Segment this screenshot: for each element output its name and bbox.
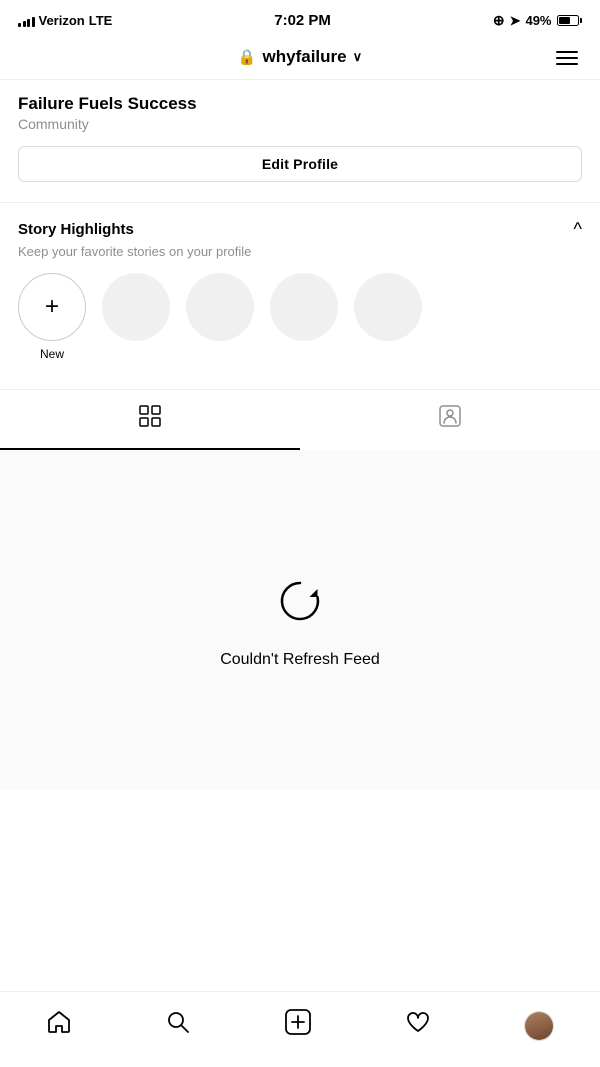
bottom-nav	[0, 991, 600, 1067]
battery-percent: 49%	[525, 13, 551, 28]
status-right: ⊕ ➤ 49%	[493, 12, 582, 29]
highlights-section: Story Highlights ^ Keep your favorite st…	[0, 202, 600, 379]
highlight-new-item[interactable]: + New	[18, 273, 86, 361]
menu-button[interactable]	[552, 47, 582, 69]
nav-add-button[interactable]	[280, 1004, 316, 1047]
plus-icon: +	[45, 295, 59, 319]
highlight-circle[interactable]	[186, 273, 254, 341]
username-label: whyfailure	[263, 47, 347, 67]
refresh-icon-container	[270, 571, 330, 631]
highlight-circle[interactable]	[102, 273, 170, 341]
feed-error-text: Couldn't Refresh Feed	[220, 651, 380, 669]
tabs-bar	[0, 389, 600, 450]
highlights-toggle-button[interactable]: ^	[574, 219, 582, 240]
home-icon	[46, 1009, 72, 1042]
tab-grid[interactable]	[0, 390, 300, 450]
tab-tagged[interactable]	[300, 390, 600, 450]
edit-profile-button[interactable]: Edit Profile	[18, 146, 582, 182]
signal-icon	[18, 15, 35, 27]
profile-type: Community	[18, 116, 582, 132]
hamburger-icon	[556, 51, 578, 53]
highlight-item[interactable]	[186, 273, 254, 361]
nav-profile-button[interactable]	[520, 1007, 558, 1045]
status-bar: Verizon LTE 7:02 PM ⊕ ➤ 49%	[0, 0, 600, 37]
nav-home-button[interactable]	[42, 1005, 76, 1046]
status-time: 7:02 PM	[274, 12, 331, 29]
new-highlight-circle[interactable]: +	[18, 273, 86, 341]
highlight-circle[interactable]	[354, 273, 422, 341]
new-highlight-label: New	[40, 347, 64, 361]
location-icon: ⊕	[493, 12, 505, 29]
tagged-icon	[438, 404, 462, 434]
highlight-item[interactable]	[354, 273, 422, 361]
highlights-scroll: + New	[18, 273, 582, 369]
add-icon	[284, 1008, 312, 1043]
status-carrier: Verizon LTE	[18, 13, 112, 28]
navigation-icon: ➤	[510, 13, 521, 29]
highlight-circle[interactable]	[270, 273, 338, 341]
grid-icon	[138, 404, 162, 434]
highlight-item[interactable]	[102, 273, 170, 361]
header-title[interactable]: 🔒 whyfailure ∨	[238, 47, 362, 67]
avatar	[524, 1011, 554, 1041]
heart-icon	[405, 1009, 431, 1042]
highlights-header: Story Highlights ^	[18, 219, 582, 240]
nav-search-button[interactable]	[161, 1005, 195, 1046]
nav-activity-button[interactable]	[401, 1005, 435, 1046]
hamburger-icon	[556, 57, 578, 59]
battery-icon	[557, 15, 583, 26]
search-icon	[165, 1009, 191, 1042]
app-header: 🔒 whyfailure ∨	[0, 37, 600, 80]
profile-name: Failure Fuels Success	[18, 94, 582, 114]
hamburger-icon	[556, 63, 578, 65]
highlights-subtitle: Keep your favorite stories on your profi…	[18, 244, 582, 259]
lock-icon: 🔒	[238, 48, 257, 66]
highlights-title: Story Highlights	[18, 221, 134, 238]
chevron-down-icon: ∨	[353, 49, 363, 65]
profile-section: Failure Fuels Success Community Edit Pro…	[0, 80, 600, 192]
feed-area: Couldn't Refresh Feed	[0, 450, 600, 790]
highlight-item[interactable]	[270, 273, 338, 361]
refresh-icon	[274, 575, 326, 627]
